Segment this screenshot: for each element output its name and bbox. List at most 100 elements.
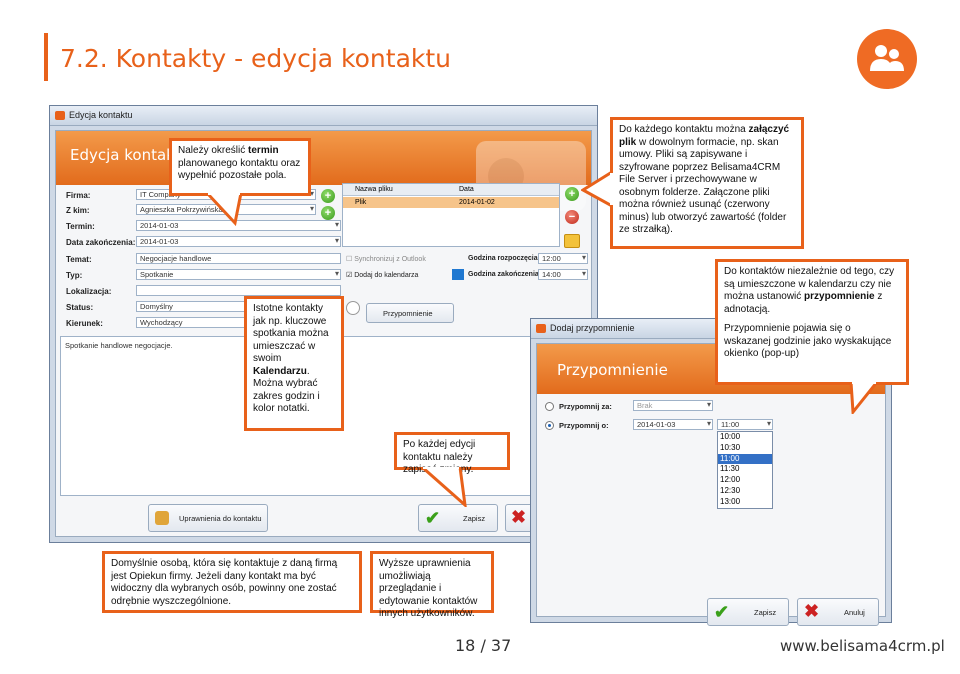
temat-label: Temat: — [66, 255, 92, 264]
callout-text: Do każdego kontaktu można — [619, 124, 749, 135]
sync-outlook-label: Synchronizuj z Outlook — [354, 256, 426, 263]
add-contact-person-icon[interactable]: + — [321, 189, 335, 203]
callout-arrow — [849, 382, 879, 414]
time-option[interactable]: 11:30 — [718, 464, 772, 475]
color-swatch[interactable] — [452, 269, 464, 280]
callout-save: Po każdej edycji kontaktu należy zapisać… — [394, 432, 510, 475]
dialog-header-title: Przypomnienie — [557, 361, 668, 379]
callout-reminder: Do kontaktów niezależnie od tego, czy są… — [715, 259, 909, 385]
callout-arrow — [581, 170, 613, 209]
files-col-date: Data — [459, 186, 474, 193]
typ-field[interactable]: Spotkanie — [136, 269, 341, 280]
data-zakonczenia-field[interactable]: 2014-01-03 — [136, 236, 341, 247]
callout-arrow — [205, 193, 243, 227]
termin-label: Termin: — [66, 222, 95, 231]
time-option[interactable]: 12:30 — [718, 486, 772, 497]
callout-text: w dowolnym formacie, np. skan umowy. Pli… — [619, 136, 787, 236]
window-titlebar: Edycja kontaktu — [50, 106, 597, 126]
callout-text: Istotne kontakty jak np. kluczowe spotka… — [253, 303, 329, 364]
end-time-field[interactable]: 14:00 — [538, 269, 588, 280]
time-option[interactable]: 10:00 — [718, 432, 772, 443]
callout-termin: Należy określić termin planowanego konta… — [169, 138, 311, 196]
lokalizacja-label: Lokalizacja: — [66, 287, 112, 296]
files-table-header: Nazwa pliku Data — [343, 184, 559, 196]
dialog-save-label: Zapisz — [754, 608, 777, 617]
clock-icon — [346, 301, 360, 315]
sync-outlook-checkbox[interactable]: ☐ Synchronizuj z Outlook — [346, 255, 426, 263]
add-person-icon[interactable]: + — [321, 206, 335, 220]
add-file-icon[interactable]: + — [565, 187, 579, 201]
remove-file-icon[interactable]: − — [565, 210, 579, 224]
cross-icon: ✖ — [511, 507, 527, 527]
checkmark-icon: ✔ — [714, 602, 730, 622]
callout-bold: Kalendarzu — [253, 365, 307, 377]
typ-label: Typ: — [66, 271, 83, 280]
app-icon — [55, 111, 65, 120]
checkmark-icon: ✔ — [425, 508, 441, 528]
start-time-label: Godzina rozpoczęcia: — [468, 255, 540, 262]
open-folder-icon[interactable] — [564, 234, 580, 248]
dialog-cancel-label: Anuluj — [844, 608, 865, 617]
remind-at-radio[interactable] — [545, 421, 554, 430]
callout-text: Przypomnienie pojawia się o wskazanej go… — [724, 323, 892, 359]
time-option[interactable]: 12:00 — [718, 475, 772, 486]
time-dropdown-list[interactable]: 10:00 10:30 11:00 11:30 12:00 12:30 13:0… — [717, 431, 773, 509]
title-accent-bar — [44, 33, 48, 81]
dialog-cancel-button[interactable]: ✖ Anuluj — [797, 598, 879, 626]
save-button[interactable]: ✔ Zapisz — [418, 504, 498, 532]
dialog-app-icon — [536, 324, 546, 333]
reminder-note-textarea[interactable] — [541, 436, 881, 588]
callout-files: Do każdego kontaktu można załączyć plik … — [610, 117, 804, 249]
end-time-label: Godzina zakończenia: — [468, 271, 542, 278]
status-label: Status: — [66, 303, 94, 312]
remind-in-field[interactable]: Brak — [633, 400, 713, 411]
key-icon — [155, 511, 169, 525]
remind-at-label: Przypomnij o: — [559, 421, 609, 430]
time-option-selected[interactable]: 11:00 — [718, 453, 772, 465]
permissions-button[interactable]: Uprawnienia do kontaktu — [148, 504, 268, 532]
temat-field[interactable]: Negocjacje handlowe — [136, 253, 341, 264]
callout-arrow — [420, 467, 467, 507]
add-to-calendar-checkbox[interactable]: ☑ Dodaj do kalendarza — [346, 271, 418, 279]
remind-at-date-field[interactable]: 2014-01-03 — [633, 419, 713, 430]
remind-in-radio[interactable] — [545, 402, 554, 411]
people-icon — [857, 29, 917, 89]
zkim-label: Z kim: — [66, 206, 90, 215]
slide-title: 7.2. Kontakty - edycja kontaktu — [60, 44, 452, 73]
dialog-save-button[interactable]: ✔ Zapisz — [707, 598, 789, 626]
footer-url: www.belisama4crm.pl — [780, 637, 945, 655]
cross-icon: ✖ — [804, 601, 820, 621]
table-row[interactable]: Plik 2014-01-02 — [343, 197, 559, 208]
reminder-button[interactable]: Przypomnienie — [366, 303, 454, 323]
start-time-field[interactable]: 12:00 — [538, 253, 588, 264]
time-option[interactable]: 10:30 — [718, 443, 772, 454]
files-table: Nazwa pliku Data Plik 2014-01-02 — [342, 183, 560, 247]
file-name-cell: Plik — [355, 199, 367, 206]
dialog-title: Dodaj przypomnienie — [550, 323, 635, 333]
time-option[interactable]: 13:00 — [718, 497, 772, 508]
callout-text: Wyższe uprawnienia umożliwiają przegląda… — [379, 558, 478, 619]
callout-text: planowanego kontaktu oraz wypełnić pozos… — [178, 157, 301, 182]
file-date-cell: 2014-01-02 — [459, 199, 495, 206]
remind-in-label: Przypomnij za: — [559, 402, 612, 411]
kierunek-label: Kierunek: — [66, 319, 103, 328]
callout-bold: termin — [248, 145, 279, 156]
lokalizacja-field[interactable] — [136, 285, 341, 296]
notes-text: Spotkanie handlowe negocjacje. — [65, 341, 173, 350]
callout-bold: przypomnienie — [804, 291, 875, 302]
kierunek-field[interactable]: Wychodzący — [136, 317, 246, 328]
cancel-button[interactable]: ✖ — [505, 504, 533, 532]
callout-text: Domyślnie osobą, która się kontaktuje z … — [111, 558, 338, 607]
reminder-button-label: Przypomnienie — [383, 309, 433, 318]
callout-text: Należy określić — [178, 145, 249, 156]
callout-default-person: Domyślnie osobą, która się kontaktuje z … — [102, 551, 362, 613]
callout-calendar: Istotne kontakty jak np. kluczowe spotka… — [244, 296, 344, 431]
status-field[interactable]: Domyślny — [136, 301, 246, 312]
permissions-button-label: Uprawnienia do kontaktu — [179, 514, 262, 523]
firma-label: Firma: — [66, 191, 91, 200]
add-to-calendar-label: Dodaj do kalendarza — [354, 272, 419, 279]
remind-at-time-field[interactable]: 11:00 — [717, 419, 773, 430]
page-number: 18 / 37 — [455, 636, 512, 655]
callout-permissions: Wyższe uprawnienia umożliwiają przegląda… — [370, 551, 494, 619]
window-title: Edycja kontaktu — [69, 110, 133, 120]
